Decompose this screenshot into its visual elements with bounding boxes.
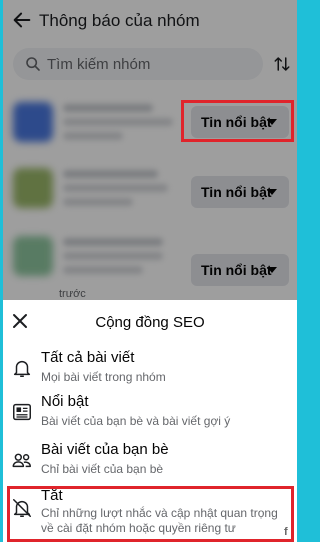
highlight-box bbox=[7, 486, 294, 542]
sort-icon[interactable] bbox=[273, 55, 291, 73]
group-name-blurred bbox=[63, 104, 153, 112]
search-input[interactable]: Tìm kiếm nhóm bbox=[13, 48, 263, 80]
header: Thông báo của nhóm bbox=[3, 0, 297, 42]
phone-screen: Thông báo của nhóm Tìm kiếm nhóm Tin nổi… bbox=[3, 0, 297, 542]
group-meta-blurred bbox=[63, 252, 163, 260]
search-icon bbox=[26, 57, 40, 71]
option-title: Nổi bật bbox=[41, 393, 89, 410]
option-description: Mọi bài viết trong nhóm bbox=[41, 370, 166, 384]
option-title: Bài viết của bạn bè bbox=[41, 441, 169, 458]
newsfeed-icon bbox=[13, 403, 31, 421]
group-meta-blurred bbox=[63, 118, 173, 126]
page-title: Thông báo của nhóm bbox=[39, 11, 200, 30]
dropdown-label: Tin nổi bật bbox=[201, 184, 272, 200]
friends-icon bbox=[12, 453, 31, 468]
bottom-sheet: Cộng đồng SEO Tất cả bài viết Mọi bài vi… bbox=[3, 300, 297, 542]
group-avatar bbox=[13, 168, 53, 208]
caret-down-icon bbox=[267, 267, 277, 273]
group-meta-blurred bbox=[63, 184, 168, 192]
notification-setting-dropdown[interactable]: Tin nổi bật bbox=[191, 254, 289, 286]
partial-text: trước bbox=[59, 288, 86, 300]
group-row[interactable]: Tin nổi bật bbox=[3, 228, 297, 298]
group-meta-blurred bbox=[63, 198, 133, 206]
option-description: Bài viết của bạn bè và bài viết gợi ý bbox=[41, 414, 231, 428]
caret-down-icon bbox=[267, 189, 277, 195]
bell-icon bbox=[13, 360, 31, 377]
watermark-mark: f bbox=[284, 526, 288, 538]
group-avatar bbox=[13, 236, 53, 276]
back-arrow-icon[interactable] bbox=[11, 9, 33, 31]
option-friends-posts[interactable]: Bài viết của bạn bè Chỉ bài viết của bạn… bbox=[3, 441, 297, 481]
option-all-posts[interactable]: Tất cả bài viết Mọi bài viết trong nhóm bbox=[3, 349, 297, 389]
option-title: Tất cả bài viết bbox=[41, 349, 135, 366]
notification-setting-dropdown[interactable]: Tin nổi bật bbox=[191, 176, 289, 208]
group-name-blurred bbox=[63, 170, 158, 178]
group-notifications-page: Thông báo của nhóm Tìm kiếm nhóm Tin nổi… bbox=[3, 0, 297, 300]
group-name-blurred bbox=[63, 238, 163, 246]
dropdown-label: Tin nổi bật bbox=[201, 262, 272, 278]
group-meta-blurred bbox=[63, 266, 143, 274]
search-placeholder: Tìm kiếm nhóm bbox=[47, 56, 151, 73]
group-row[interactable]: Tin nổi bật bbox=[3, 158, 297, 228]
group-avatar bbox=[13, 102, 53, 142]
sheet-title: Cộng đồng SEO bbox=[95, 314, 205, 331]
option-highlights[interactable]: Nổi bật Bài viết của bạn bè và bài viết … bbox=[3, 393, 297, 433]
highlight-box bbox=[181, 100, 294, 142]
option-description: Chỉ bài viết của bạn bè bbox=[41, 462, 164, 476]
group-meta-blurred bbox=[63, 132, 123, 140]
